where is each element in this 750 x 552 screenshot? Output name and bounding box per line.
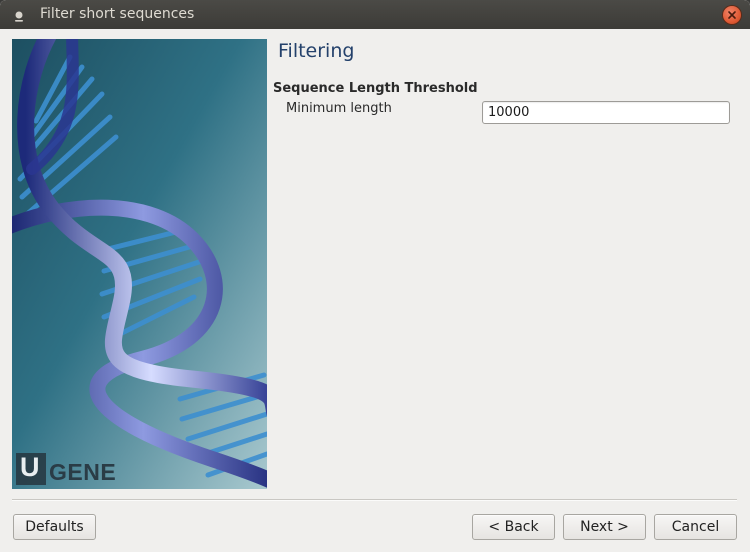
- logo-letter: U: [20, 452, 40, 482]
- back-button[interactable]: < Back: [472, 514, 555, 540]
- cancel-button[interactable]: Cancel: [654, 514, 737, 540]
- dialog-window: Filter short sequences U GENE Filtering …: [0, 0, 750, 552]
- page-title: Filtering: [278, 40, 355, 62]
- title-bar[interactable]: Filter short sequences: [0, 0, 750, 29]
- defaults-button[interactable]: Defaults: [13, 514, 96, 540]
- minimum-length-label: Minimum length: [286, 101, 392, 116]
- logo-text: GENE: [49, 459, 117, 485]
- window-menu-icon[interactable]: [12, 8, 26, 22]
- minimum-length-input[interactable]: [482, 101, 730, 124]
- window-title: Filter short sequences: [40, 6, 195, 22]
- section-heading: Sequence Length Threshold: [273, 81, 478, 96]
- close-icon[interactable]: [723, 6, 741, 24]
- button-separator: [12, 499, 737, 501]
- next-button[interactable]: Next >: [563, 514, 646, 540]
- ugene-wizard-image: U GENE: [12, 39, 267, 489]
